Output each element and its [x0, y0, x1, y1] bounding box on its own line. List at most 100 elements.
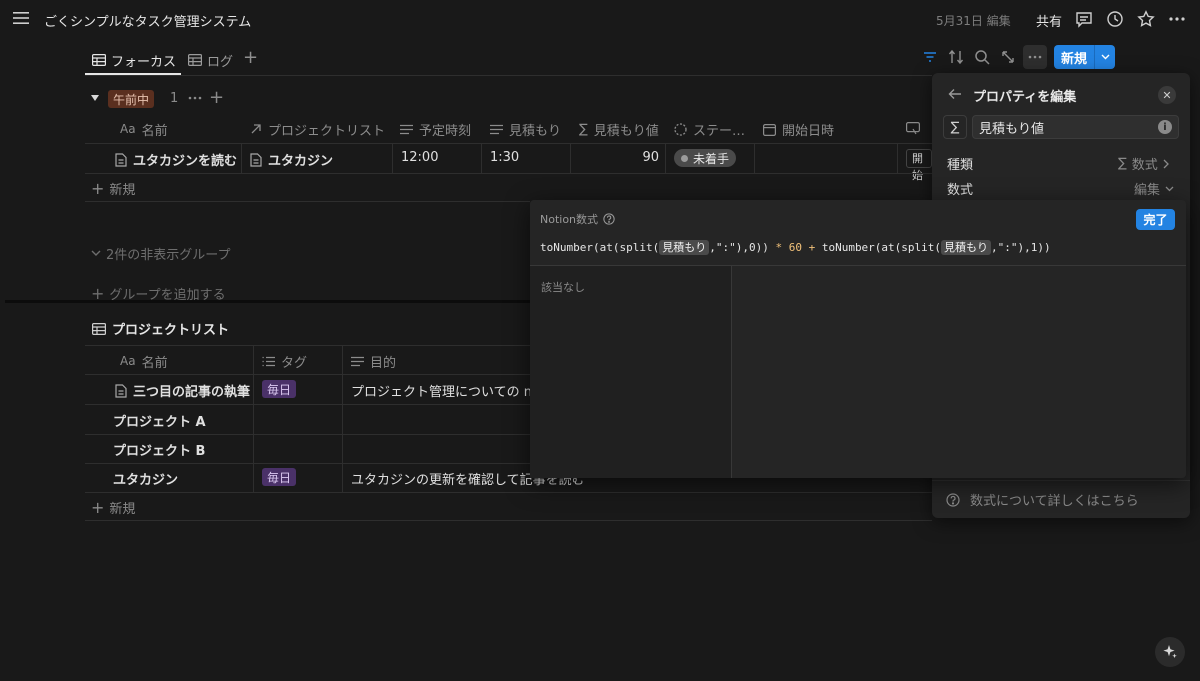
status-dot: [681, 154, 688, 162]
help-icon[interactable]: [603, 213, 615, 225]
formula-input[interactable]: toNumber(at(split(見積もり ,":"),0)) * 60 + t…: [540, 239, 1051, 255]
table-row[interactable]: プロジェクト A: [85, 405, 530, 434]
done-button[interactable]: 完了: [1136, 209, 1175, 230]
group-add-icon[interactable]: +: [209, 89, 224, 107]
cell-divider: [897, 144, 898, 173]
formula-help-link[interactable]: 数式について詳しくはこちら: [946, 490, 1139, 509]
column-header-name[interactable]: Aa 名前: [120, 350, 168, 372]
chevron-right-icon: [1163, 159, 1169, 169]
search-icon[interactable]: [972, 47, 992, 67]
table-row[interactable]: ユタカジンを読む ユタカジン 12:00 1:30 90 開始: [85, 144, 932, 182]
code-segment: toNumber(at(split(: [540, 241, 660, 254]
cell-divider: [253, 346, 254, 492]
column-header-name[interactable]: Aa 名前: [120, 118, 168, 140]
row-project: ユタカジン: [268, 154, 334, 169]
row-name: ユタカジンを読む: [133, 154, 238, 169]
column-header-project[interactable]: プロジェクトリスト: [250, 118, 385, 140]
column-label: 名前: [141, 123, 168, 139]
divider: [85, 75, 932, 76]
projects-title[interactable]: プロジェクトリスト: [92, 319, 229, 338]
column-header-time[interactable]: 予定時刻: [400, 118, 471, 140]
page-icon: [115, 383, 127, 398]
no-results-text: 該当なし: [541, 281, 585, 294]
new-button[interactable]: 新規: [1054, 45, 1115, 69]
sort-icon[interactable]: [946, 47, 966, 67]
help-text: 数式について詳しくはこちら: [970, 494, 1139, 509]
more-options-icon[interactable]: [1023, 45, 1047, 69]
list-icon: [262, 356, 275, 367]
hidden-groups-toggle[interactable]: 2件の非表示グループ: [91, 244, 231, 263]
column-header-purpose[interactable]: 目的: [351, 350, 396, 372]
expand-icon[interactable]: [998, 47, 1018, 67]
row-purpose[interactable]: プロジェクト管理についての no: [351, 381, 540, 400]
formula-edit-toggle[interactable]: 編集: [1134, 179, 1174, 198]
tab-log[interactable]: ログ: [188, 46, 233, 74]
row-name[interactable]: プロジェクト B: [113, 440, 205, 459]
star-icon[interactable]: [1137, 10, 1155, 28]
column-label: ステー…: [693, 123, 746, 139]
back-arrow-icon[interactable]: [948, 88, 962, 100]
cell-divider: [392, 144, 393, 173]
more-icon[interactable]: [1168, 10, 1186, 28]
plus-icon: +: [91, 497, 105, 517]
text-lines-icon: [490, 124, 503, 135]
close-icon[interactable]: ✕: [1158, 86, 1176, 104]
row-estimate-value: 90: [642, 150, 659, 165]
add-row-button[interactable]: + 新規: [91, 498, 135, 517]
column-header-start[interactable]: 開始日時: [763, 118, 834, 140]
tab-focus[interactable]: フォーカス: [92, 46, 176, 74]
button-property-icon[interactable]: [906, 122, 920, 135]
column-header-tag[interactable]: タグ: [262, 350, 307, 372]
cell-divider: [481, 144, 482, 173]
formula-suggestion-list[interactable]: [530, 266, 732, 478]
property-chip: 見積もり: [659, 240, 710, 255]
collapse-toggle-icon[interactable]: [90, 93, 100, 103]
row-estimate[interactable]: 1:30: [490, 150, 519, 165]
column-label: 予定時刻: [419, 123, 472, 139]
column-header-status[interactable]: ステー…: [674, 118, 745, 140]
row-name[interactable]: プロジェクト A: [113, 411, 206, 430]
comments-icon[interactable]: [1075, 10, 1093, 28]
column-label: 名前: [141, 355, 168, 371]
status-badge[interactable]: 未着手: [674, 149, 737, 167]
row-name-cell[interactable]: ユタカジンを読む: [115, 150, 237, 169]
chevron-down-icon: [1165, 186, 1174, 192]
text-property-icon: Aa: [120, 122, 136, 136]
add-row-button[interactable]: + 新規: [91, 179, 135, 198]
tag-badge[interactable]: 毎日: [262, 380, 297, 398]
sigma-icon[interactable]: ∑: [943, 115, 967, 139]
start-button[interactable]: 開始: [906, 149, 932, 182]
projects-title-label: プロジェクトリスト: [112, 323, 230, 338]
page-title[interactable]: ごくシンプルなタスク管理システム: [44, 11, 251, 30]
calendar-icon: [763, 123, 776, 136]
group-tag: 午前中: [108, 90, 155, 108]
column-header-estimate[interactable]: 見積もり: [490, 118, 561, 140]
add-row-label: 新規: [109, 502, 136, 517]
table-row[interactable]: プロジェクト B: [85, 434, 530, 463]
column-header-estimate-value[interactable]: ∑ 見積もり値: [579, 118, 659, 140]
menu-icon[interactable]: [13, 11, 29, 25]
row-project-cell[interactable]: ユタカジン: [250, 150, 333, 169]
info-icon[interactable]: i: [1158, 120, 1172, 134]
add-view-icon[interactable]: +: [243, 49, 258, 67]
filter-icon[interactable]: [920, 47, 940, 67]
column-label: プロジェクトリスト: [268, 123, 386, 139]
property-name-input[interactable]: 見積もり値 i: [972, 115, 1179, 139]
column-label: 見積もり: [509, 123, 562, 139]
ai-sparkle-icon[interactable]: [1155, 637, 1185, 667]
row-name-cell[interactable]: 三つ目の記事の執筆: [115, 381, 250, 400]
column-label: 開始日時: [782, 123, 835, 139]
group-count: 1: [170, 91, 179, 106]
code-segment: toNumber(at(split(: [815, 241, 942, 254]
table-row[interactable]: 三つ目の記事の執筆 毎日 プロジェクト管理についての no: [85, 375, 540, 404]
share-button[interactable]: 共有: [1036, 11, 1062, 30]
group-more-icon[interactable]: [188, 96, 202, 100]
history-icon[interactable]: [1106, 10, 1124, 28]
tag-badge[interactable]: 毎日: [262, 468, 297, 486]
type-selector[interactable]: ∑ 数式: [1118, 154, 1169, 173]
row-name[interactable]: ユタカジン: [113, 469, 178, 488]
text-property-icon: Aa: [120, 354, 136, 368]
chevron-down-icon[interactable]: [1095, 54, 1115, 60]
divider: [932, 480, 1190, 481]
row-time[interactable]: 12:00: [401, 150, 438, 165]
